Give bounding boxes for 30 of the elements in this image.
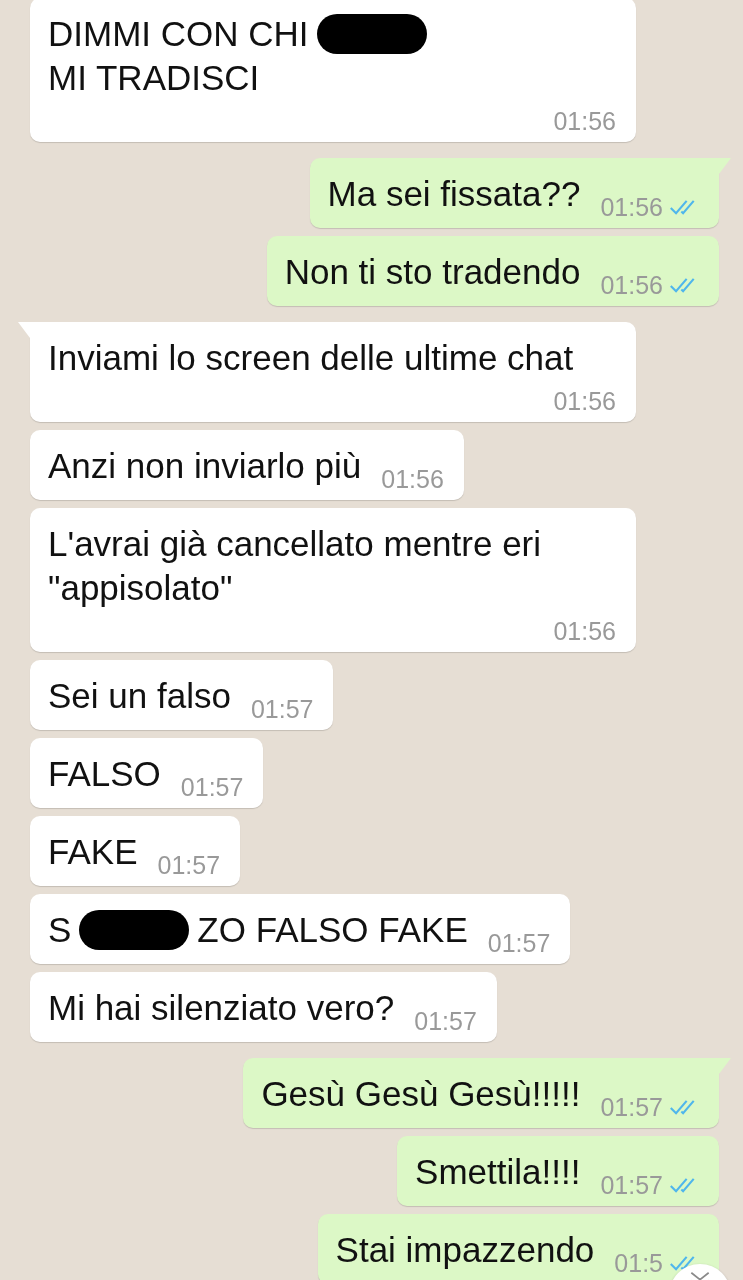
message-text: ZO FALSO FAKE [197, 909, 468, 951]
message-time: 01:57 [250, 694, 314, 724]
message-time: 01:56 [381, 464, 444, 494]
message-text: MI TRADISCI [48, 57, 260, 99]
message-text: Smettila!!!! [415, 1151, 581, 1193]
message-text: Mi hai silenziato vero? [48, 987, 395, 1029]
message-time: 01:5 [614, 1248, 663, 1278]
message-text: Ma sei fissata?? [327, 173, 581, 215]
message-time: 01:57 [600, 1092, 663, 1122]
message-text: FAKE [48, 831, 138, 873]
message-text: Non ti sto tradendo [284, 251, 581, 293]
message-time: 01:56 [553, 106, 616, 136]
message-text: Inviami lo screen delle ultime chat [48, 337, 574, 379]
message-text: L'avrai già cancellato mentre eri "appisolato" [48, 523, 543, 609]
message-text: Sei un falso [48, 675, 231, 717]
message-time: 01:56 [553, 386, 616, 416]
message-time: 01:57 [487, 928, 551, 958]
message-time: 01:57 [157, 850, 221, 880]
message-time: 01:56 [600, 192, 663, 222]
message-time: 01:57 [180, 772, 244, 802]
message-text: FALSO [48, 753, 161, 795]
message-time: 01:56 [600, 270, 663, 300]
message-text: DIMMI CON CHI [48, 13, 309, 55]
message-text: Gesù Gesù Gesù!!!!! [261, 1073, 581, 1115]
message-time: 01:57 [600, 1170, 663, 1200]
message-text: S [48, 909, 72, 951]
message-text: Stai impazzendo [335, 1229, 595, 1271]
message-text: Anzi non inviarlo più [48, 445, 362, 487]
message-time: 01:56 [553, 616, 616, 646]
message-time: 01:57 [414, 1006, 477, 1036]
